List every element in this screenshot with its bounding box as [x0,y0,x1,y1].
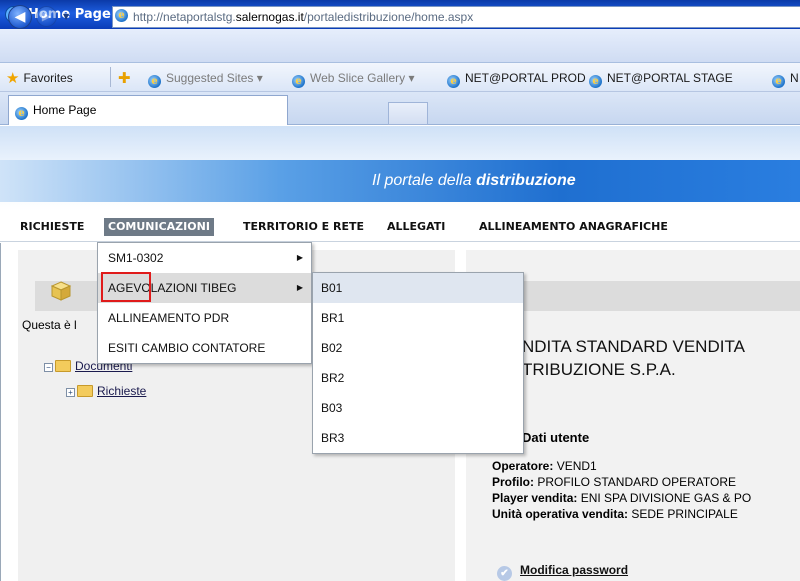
menu-territorio-e-rete[interactable]: TERRITORIO E RETE [239,218,368,236]
player-vendita-row: Player vendita: ENI SPA DIVISIONE GAS & … [492,491,751,505]
page-icon: e [115,9,128,22]
back-button[interactable]: ◀ [8,5,32,29]
modifica-password-link[interactable]: ✔ Modifica password [497,563,628,581]
dropdown-item-esiti-cambio-contatore[interactable]: ESITI CAMBIO CONTATORE [98,333,311,363]
tree-label[interactable]: Richieste [97,384,146,398]
tab-home-page[interactable]: e Home Page [8,95,288,125]
recent-pages-dropdown-icon[interactable]: ▼ [63,12,69,21]
add-favorite-icon[interactable]: ✚ [118,70,135,87]
unita-label: Unità operativa vendita: [492,507,629,521]
dropdown-item-label: ESITI CAMBIO CONTATORE [108,341,266,355]
menu-allineamento-anagrafiche[interactable]: ALLINEAMENTO ANAGRAFICHE [475,218,672,236]
address-toolbar [0,29,800,63]
modifica-password-label: Modifica password [520,563,629,577]
submenu-item-br2[interactable]: BR2 [313,363,523,393]
url-prefix: http://netaportalstg. [133,10,236,24]
address-input[interactable]: http://netaportalstg.salernogas.it/porta… [112,6,800,28]
toolbar-separator [110,67,111,87]
folder-icon [77,385,93,397]
submenu-item-b03[interactable]: B03 [313,393,523,423]
operatore-row: Operatore: VEND1 [492,459,597,473]
tagline-prefix: Il portale della [372,172,477,189]
unita-value: SEDE PRINCIPALE [628,507,738,521]
submenu-item-br3[interactable]: BR3 [313,423,523,453]
unita-operativa-row: Unità operativa vendita: SEDE PRINCIPALE [492,507,738,521]
dropdown-item-allineamento-pdr[interactable]: ALLINEAMENTO PDR [98,303,311,333]
fav-label: Web Slice Gallery ▾ [310,71,415,85]
main-menu: RICHIESTE COMUNICAZIONI TERRITORIO E RET… [0,210,800,242]
tree-node-richieste[interactable]: + Richieste [66,384,146,398]
star-icon: ★ [6,70,20,87]
folder-icon [55,360,71,372]
ie-icon: e [589,75,602,88]
player-value: ENI SPA DIVISIONE GAS & PO [577,491,752,505]
ie-icon: e [447,75,460,88]
ie-icon: e [772,75,785,88]
url-domain: salernogas.it [235,10,304,24]
banner-tagline: Il portale della distribuzione [372,172,576,190]
url-suffix: /portaledistribuzione/home.aspx [303,10,474,24]
ie-icon: e [292,75,305,88]
fav-label: NET@PORTAL PROD [465,71,586,85]
cube-icon [50,281,72,301]
expand-icon[interactable]: + [66,388,75,397]
comunicazioni-dropdown: SM1-0302 ▶ AGEVOLAZIONI TIBEG ▶ ALLINEAMEN… [97,242,312,364]
favorites-bar: ★ Favorites ✚ e Suggested Sites ▾ e Web Sli… [0,63,800,92]
submenu-item-br1[interactable]: BR1 [313,303,523,333]
company-name-line-2: TRIBUZIONE S.P.A. [522,360,676,379]
left-intro-text: Questa è l [22,318,77,332]
player-label: Player vendita: [492,491,578,505]
highlight-box [101,272,151,302]
tab-label: Home Page [33,103,97,117]
tab-bar: e Home Page [0,92,800,125]
fav-web-slice-gallery[interactable]: e Web Slice Gallery ▾ [292,70,415,88]
menu-comunicazioni[interactable]: COMUNICAZIONI [104,218,214,236]
fav-netportal-prod[interactable]: e NET@PORTAL PROD [447,70,586,88]
ie-tab-icon: e [15,107,28,120]
check-icon: ✔ [497,566,512,581]
ie-icon: e [148,75,161,88]
profilo-label: Profilo: [492,475,534,489]
operatore-label: Operatore: [492,459,554,473]
menu-allegati[interactable]: ALLEGATI [383,218,449,236]
fav-more[interactable]: eN [772,70,799,88]
profilo-value: PROFILO STANDARD OPERATORE [534,475,737,489]
submenu-item-b01[interactable]: B01 [313,273,523,303]
submenu-arrow-icon: ▶ [296,283,303,292]
fav-label: NET@PORTAL STAGE [607,71,733,85]
company-name-line-1: NDITA STANDARD VENDITA [522,337,745,356]
menu-richieste[interactable]: RICHIESTE [16,218,88,236]
user-data-title: Dati utente [522,430,590,445]
fav-netportal-stage[interactable]: e NET@PORTAL STAGE [589,70,733,88]
tagline-bold: distribuzione [476,172,576,189]
favorites-button[interactable]: ★ Favorites [6,70,73,87]
profilo-row: Profilo: PROFILO STANDARD OPERATORE [492,475,736,489]
collapse-icon[interactable]: − [44,363,53,372]
dropdown-item-sm1-0302[interactable]: SM1-0302 ▶ [98,243,311,273]
dropdown-item-label: ALLINEAMENTO PDR [108,311,230,325]
submenu-item-b02[interactable]: B02 [313,333,523,363]
fav-label: Suggested Sites ▾ [166,71,263,85]
fav-suggested-sites[interactable]: e Suggested Sites ▾ [148,70,263,88]
fav-label: N [790,71,799,85]
operatore-value: VEND1 [553,459,597,473]
favorites-label: Favorites [23,71,73,85]
dropdown-item-label: SM1-0302 [108,251,164,265]
agevolazioni-submenu: B01 BR1 B02 BR2 B03 BR3 [312,272,524,454]
forward-button[interactable]: ▶ [36,6,57,27]
new-tab-button[interactable] [388,102,428,125]
submenu-arrow-icon: ▶ [296,253,303,262]
